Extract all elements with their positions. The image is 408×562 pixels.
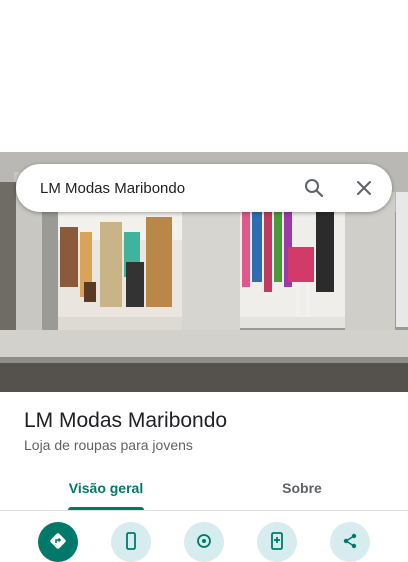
add-to-phone-icon (268, 522, 286, 555)
phone-icon (122, 522, 140, 555)
tab-bar: Visão geral Sobre (0, 466, 408, 511)
call-button[interactable] (111, 522, 151, 562)
directions-icon (49, 522, 67, 555)
place-category: Loja de roupas para jovens (24, 437, 193, 453)
tab-overview[interactable]: Visão geral (48, 466, 164, 510)
tab-about[interactable]: Sobre (244, 466, 360, 509)
share-icon (341, 522, 359, 555)
share-button[interactable] (330, 522, 370, 562)
place-title: LM Modas Maribondo (24, 409, 228, 432)
location-pin-icon (195, 522, 213, 555)
close-icon[interactable] (346, 170, 382, 206)
nearby-button[interactable] (184, 522, 224, 562)
send-to-phone-button[interactable] (257, 522, 297, 562)
map-area-blank (0, 0, 408, 152)
search-bar[interactable]: LM Modas Maribondo (16, 164, 392, 212)
search-input[interactable]: LM Modas Maribondo (40, 180, 296, 197)
action-buttons (0, 522, 408, 562)
search-icon[interactable] (296, 170, 332, 206)
directions-button[interactable] (38, 522, 78, 562)
